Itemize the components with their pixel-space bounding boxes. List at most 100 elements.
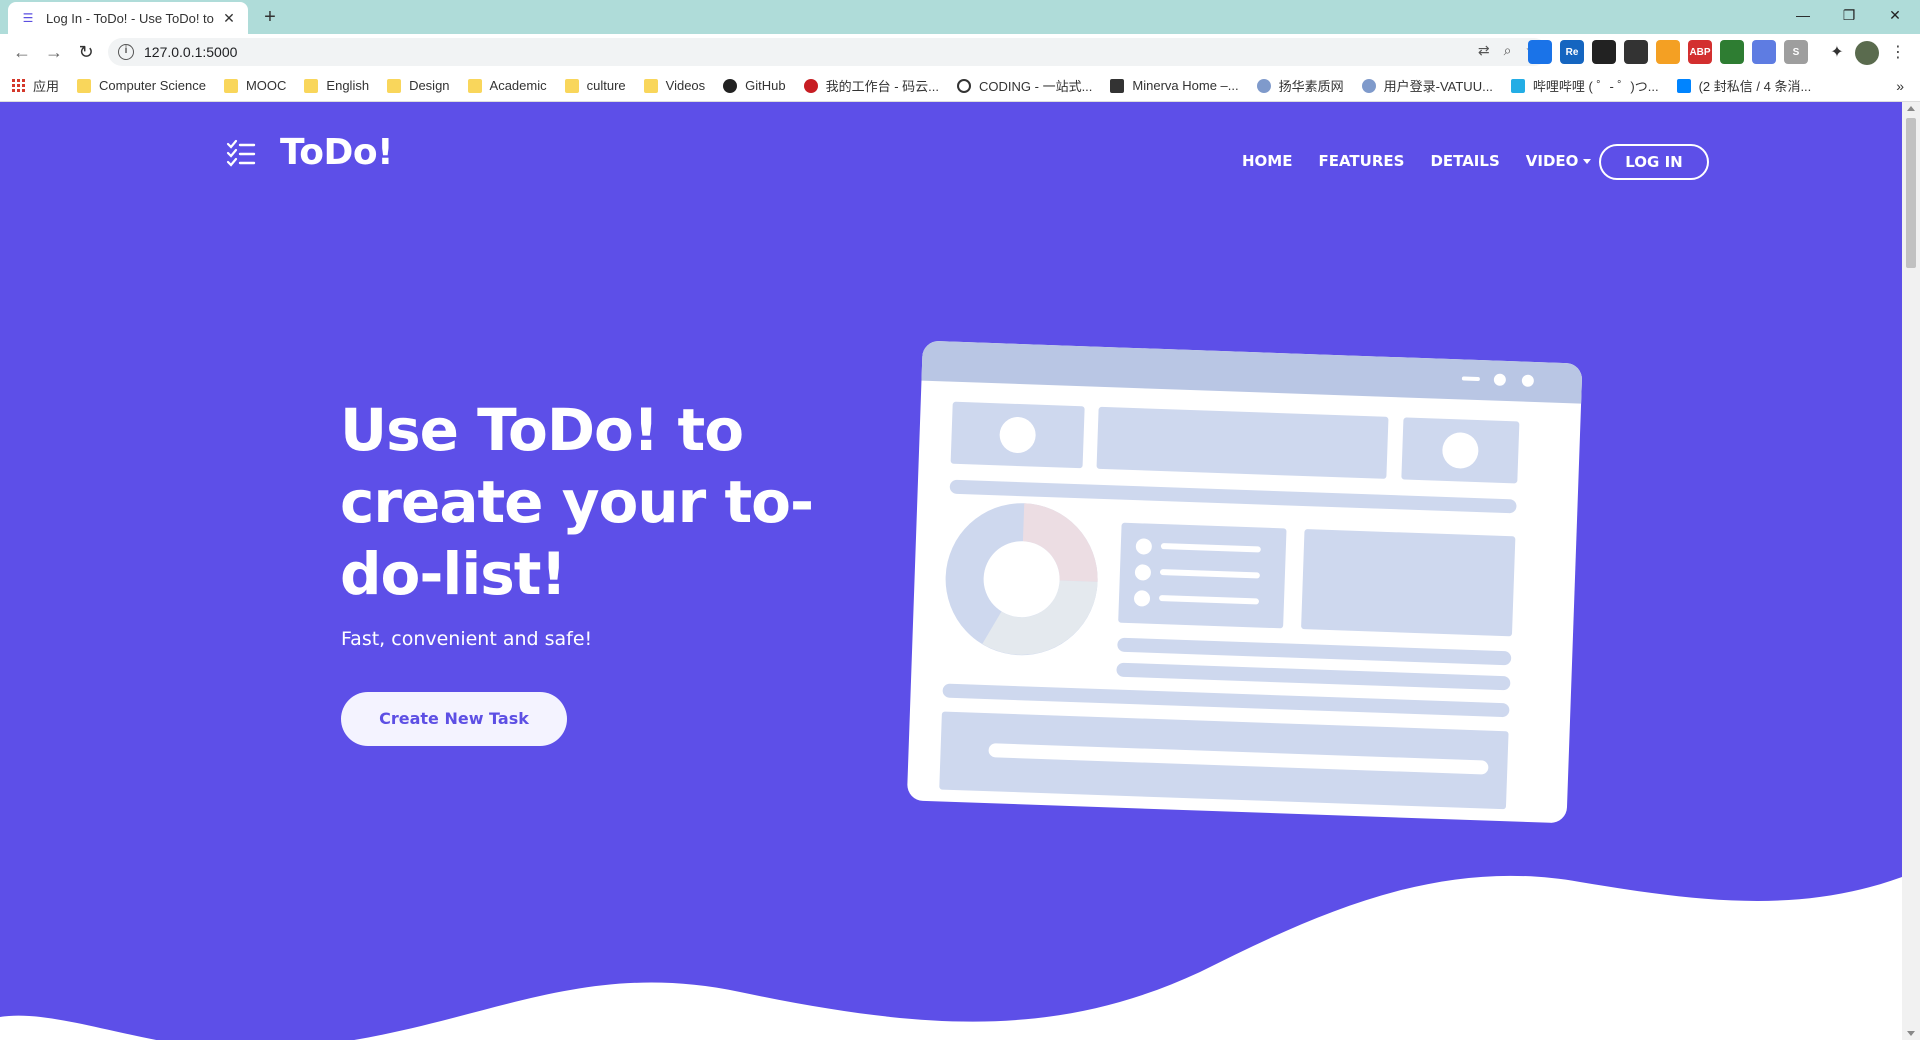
nav-video-label: VIDEO (1525, 152, 1579, 170)
feather-extension-icon[interactable] (1752, 40, 1776, 64)
bookmark-label: culture (586, 78, 626, 93)
folder-icon (643, 78, 658, 93)
reload-icon[interactable]: ↻ (74, 40, 98, 64)
bookmark-item[interactable]: culture (564, 78, 626, 93)
bookmark-label: Academic (489, 78, 547, 93)
site-icon (1361, 78, 1376, 93)
bookmark-item[interactable]: Videos (643, 78, 706, 93)
forward-arrow-icon[interactable]: → (42, 40, 66, 64)
folder-icon (223, 78, 238, 93)
s-extension-icon[interactable]: S (1784, 40, 1808, 64)
re-extension-icon[interactable]: Re (1560, 40, 1584, 64)
back-arrow-icon[interactable]: ← (10, 40, 34, 64)
apps-grid-icon (12, 79, 25, 92)
site-info-icon[interactable]: i (118, 44, 134, 60)
bookmark-label: English (326, 78, 370, 93)
bookmark-label: 扬华素质网 (1278, 79, 1344, 94)
bookmark-label: Videos (665, 78, 706, 93)
bookmark-label: Minerva Home –... (1132, 78, 1239, 93)
dashboard-illustration (907, 341, 1582, 823)
folder-icon (564, 78, 579, 93)
minimize-window-button[interactable]: — (1780, 0, 1826, 30)
browser-tab[interactable]: ☰ Log In - ToDo! - Use ToDo! to ✕ (8, 2, 248, 34)
address-bar[interactable]: i 127.0.0.1:5000 ⇄ ⌕ ☆ (108, 38, 1548, 66)
github-icon (723, 78, 738, 93)
profile-avatar[interactable] (1855, 41, 1879, 65)
scrollbar-thumb[interactable] (1906, 118, 1916, 268)
nav-video-dropdown[interactable]: VIDEO (1526, 152, 1592, 170)
nav-home-link[interactable]: HOME (1242, 152, 1292, 170)
tab-title: Log In - ToDo! - Use ToDo! to (46, 10, 214, 26)
bookmark-item[interactable]: 我的工作台 - 码云... (803, 76, 940, 95)
bookmark-item[interactable]: English (304, 78, 369, 93)
translate-page-icon[interactable]: ⇄ (1478, 42, 1490, 59)
page-viewport: ToDo! HOME FEATURES DETAILS VIDEO LOG IN… (0, 102, 1902, 1040)
bookmark-item[interactable]: (2 封私信 / 4 条消... (1676, 76, 1812, 95)
glasses-extension-icon[interactable] (1624, 40, 1648, 64)
site-brand[interactable]: ToDo! (226, 132, 394, 173)
globe-extension-icon[interactable] (1720, 40, 1744, 64)
browser-tab-strip: ☰ Log In - ToDo! - Use ToDo! to ✕ + — ❐ … (0, 0, 1920, 34)
bookmark-item[interactable]: Minerva Home –... (1110, 78, 1239, 93)
zhihu-icon (1676, 78, 1691, 93)
close-window-button[interactable]: ✕ (1872, 0, 1918, 30)
hero-title: Use ToDo! to create your to-do-list! (340, 396, 814, 608)
bookmark-item[interactable]: GitHub (723, 78, 786, 93)
bili-icon (1510, 78, 1525, 93)
bookmark-item[interactable]: Computer Science (77, 78, 206, 93)
browser-menu-icon[interactable]: ⋮ (1890, 42, 1906, 64)
create-new-task-button[interactable]: Create New Task (341, 692, 567, 746)
extensions-puzzle-icon[interactable]: ✦ (1826, 42, 1848, 64)
checklist-icon (226, 139, 256, 167)
folder-icon (77, 78, 92, 93)
bookmarks-overflow-icon[interactable]: » (1896, 78, 1904, 94)
bookmark-label: Design (409, 78, 450, 93)
nav-features-link[interactable]: FEATURES (1318, 152, 1404, 170)
bookmark-item[interactable]: 扬华素质网 (1256, 76, 1344, 95)
bookmark-item[interactable]: 用户登录-VATUU... (1361, 76, 1493, 95)
bookmark-apps[interactable]: 应用 (12, 76, 59, 95)
checklist-favicon-icon: ☰ (22, 11, 34, 25)
bookmark-label: (2 封私信 / 4 条消... (1698, 79, 1812, 94)
extension-toolbar: Re ABP S (1528, 40, 1808, 64)
scroll-up-arrow-icon[interactable] (1907, 106, 1915, 111)
bookmark-label: 应用 (33, 79, 60, 94)
folder-icon (387, 78, 402, 93)
close-tab-icon[interactable]: ✕ (220, 9, 238, 27)
hero-subtitle: Fast, convenient and safe! (341, 628, 593, 650)
bookmark-item[interactable]: CODING - 一站式... (957, 76, 1092, 95)
bookmark-label: MOOC (245, 78, 287, 93)
bookmark-label: CODING - 一站式... (979, 79, 1093, 94)
gitee-icon (803, 78, 818, 93)
bookmarks-bar: 应用 Computer Science MOOC English Design Acad… (0, 70, 1920, 102)
coding-icon (957, 78, 972, 93)
tampermonkey-icon[interactable] (1592, 40, 1616, 64)
folder-icon (467, 78, 482, 93)
site-icon (1256, 78, 1271, 93)
folder-icon (304, 78, 319, 93)
adblock-icon[interactable]: ABP (1688, 40, 1712, 64)
restore-window-button[interactable]: ❐ (1826, 0, 1872, 30)
bookmark-label: 用户登录-VATUU... (1383, 79, 1493, 94)
bookmark-label: 哔哩哔哩 ( ゜- ゜)つ... (1532, 79, 1659, 94)
translate-icon[interactable] (1528, 40, 1552, 64)
bookmark-item[interactable]: Design (387, 78, 450, 93)
new-tab-button[interactable]: + (258, 6, 282, 30)
caret-down-icon (1583, 159, 1592, 164)
scroll-down-arrow-icon[interactable] (1907, 1031, 1915, 1036)
address-url[interactable]: 127.0.0.1:5000 (144, 44, 237, 60)
bookmark-item[interactable]: MOOC (223, 78, 287, 93)
bookmark-item[interactable]: 哔哩哔哩 ( ゜- ゜)つ... (1510, 76, 1659, 95)
nav-details-link[interactable]: DETAILS (1430, 152, 1499, 170)
login-button[interactable]: LOG IN (1599, 144, 1709, 180)
bookmark-label: 我的工作台 - 码云... (825, 79, 940, 94)
rss-extension-icon[interactable] (1656, 40, 1680, 64)
brand-name: ToDo! (280, 132, 394, 173)
bb-icon (1110, 78, 1125, 93)
bookmark-item[interactable]: Academic (467, 78, 547, 93)
bookmark-label: GitHub (745, 78, 786, 93)
bookmark-label: Computer Science (99, 78, 206, 93)
main-nav: HOME FEATURES DETAILS VIDEO (1242, 152, 1617, 170)
page-scrollbar[interactable] (1902, 102, 1920, 1040)
zoom-icon[interactable]: ⌕ (1504, 42, 1512, 59)
